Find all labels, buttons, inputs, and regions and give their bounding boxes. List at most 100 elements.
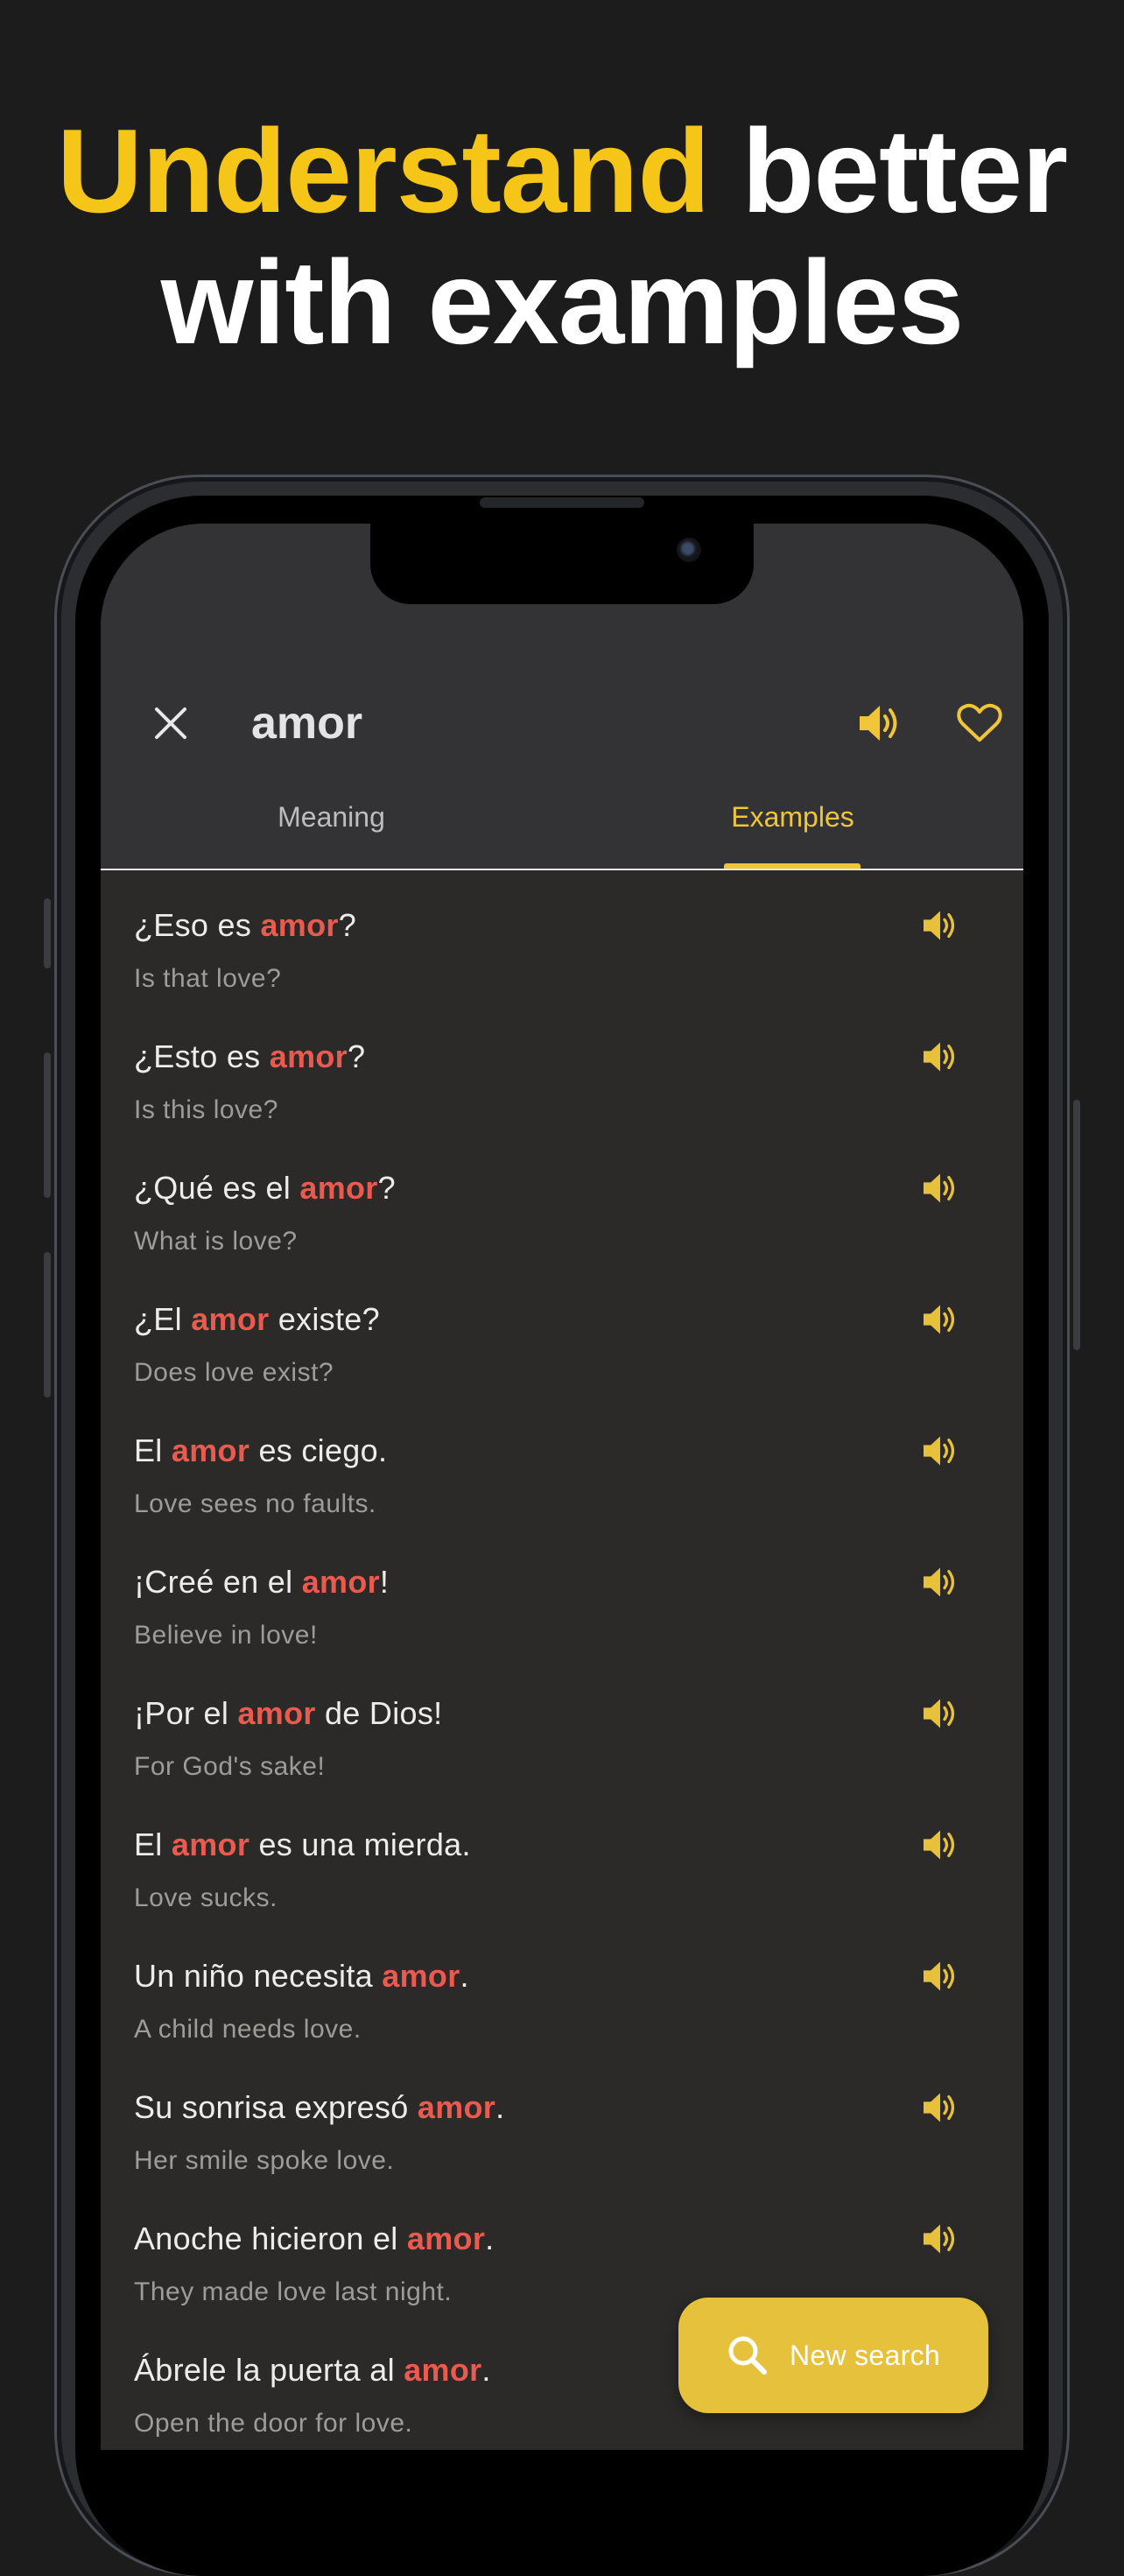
example-text: El — [134, 1826, 172, 1862]
speaker-icon[interactable] — [922, 2091, 959, 2124]
example-translation: Her smile spoke love. — [134, 2146, 395, 2175]
example-item: ¿Qué es el amor? What is love? — [101, 1135, 1023, 1266]
example-translation: Love sees no faults. — [134, 1489, 376, 1518]
word-title: amor — [251, 698, 363, 749]
example-text: ¡Por el — [134, 1695, 238, 1731]
headline-accent: Understand — [56, 104, 711, 237]
notch — [370, 524, 754, 604]
speaker-icon[interactable] — [922, 1566, 959, 1599]
example-text: es ciego. — [249, 1432, 388, 1468]
example-text: ? — [377, 1170, 396, 1206]
example-item: ¿El amor existe? Does love exist? — [101, 1266, 1023, 1397]
example-text: ¿Qué es el — [134, 1170, 300, 1206]
headline-line-2: with examples — [160, 236, 965, 369]
example-text: de Dios! — [315, 1695, 443, 1731]
example-translation: What is love? — [134, 1227, 298, 1256]
example-spanish: El amor es ciego. — [134, 1431, 387, 1471]
pronounce-button[interactable] — [847, 690, 913, 757]
example-spanish: Ábrele la puerta al amor. — [134, 2350, 491, 2390]
example-item: El amor es una mierda. Love sucks. — [101, 1791, 1023, 1923]
example-highlight: amor — [406, 2221, 486, 2256]
example-text: ¿El — [134, 1301, 192, 1337]
speaker-icon[interactable] — [922, 1960, 959, 1993]
speaker-icon[interactable] — [922, 1303, 959, 1336]
example-highlight: amor — [301, 1564, 380, 1600]
phone-side-button — [44, 898, 51, 968]
example-highlight: amor — [404, 2352, 482, 2388]
example-highlight: amor — [269, 1038, 348, 1074]
example-text: ? — [338, 907, 357, 943]
phone-side-button — [44, 1252, 51, 1397]
example-translation: Does love exist? — [134, 1358, 334, 1387]
example-item: ¡Creé en el amor! Believe in love! — [101, 1529, 1023, 1660]
example-highlight: amor — [171, 1826, 250, 1862]
example-item: ¿Eso es amor? Is that love? — [101, 872, 1023, 1003]
example-highlight: amor — [171, 1432, 250, 1468]
example-item: ¿Esto es amor? Is this love? — [101, 1003, 1023, 1135]
example-spanish: ¿Esto es amor? — [134, 1037, 365, 1077]
example-highlight: amor — [382, 1958, 460, 1994]
example-translation: Open the door for love. — [134, 2409, 413, 2438]
example-text: Anoche hicieron el — [134, 2221, 407, 2256]
example-highlight: amor — [417, 2089, 496, 2125]
example-translation: They made love last night. — [134, 2277, 453, 2306]
speaker-icon[interactable] — [922, 2222, 959, 2256]
example-translation: A child needs love. — [134, 2015, 362, 2044]
speaker-icon[interactable] — [922, 1697, 959, 1730]
example-text: El — [134, 1432, 172, 1468]
close-icon — [155, 707, 186, 739]
example-text: ¡Creé en el — [134, 1564, 302, 1600]
example-text: Un niño necesita — [134, 1958, 383, 1994]
example-item: Su sonrisa expresó amor. Her smile spoke… — [101, 2054, 1023, 2185]
headline-rest: better — [709, 104, 1068, 237]
new-search-button[interactable]: New search — [678, 2298, 988, 2413]
example-text: Ábrele la puerta al — [134, 2352, 404, 2388]
close-button[interactable] — [139, 692, 202, 755]
example-text: . — [481, 2352, 491, 2388]
example-highlight: amor — [237, 1695, 316, 1731]
example-text: ¿Esto es — [134, 1038, 270, 1074]
tab-examples[interactable]: Examples — [562, 795, 1023, 839]
camera-icon — [677, 538, 701, 562]
example-text: ? — [348, 1038, 366, 1074]
example-text: . — [495, 2089, 505, 2125]
speaker-icon — [860, 706, 897, 741]
example-translation: Love sucks. — [134, 1883, 277, 1912]
tab-divider — [101, 869, 1023, 870]
example-highlight: amor — [299, 1170, 378, 1206]
example-spanish: ¡Por el amor de Dios! — [134, 1693, 442, 1734]
phone-speaker — [480, 497, 644, 508]
example-text: es una mierda. — [249, 1826, 471, 1862]
example-spanish: ¡Creé en el amor! — [134, 1562, 389, 1602]
favorite-button[interactable] — [946, 690, 1013, 757]
example-text: Su sonrisa expresó — [134, 2089, 418, 2125]
headline: Understand better with examples — [0, 105, 1124, 368]
heart-icon — [957, 703, 1002, 742]
speaker-icon[interactable] — [922, 1172, 959, 1205]
examples-list: ¿Eso es amor? Is that love? ¿Esto es amo… — [101, 872, 1023, 2448]
speaker-icon[interactable] — [922, 1828, 959, 1862]
phone-side-button — [44, 1052, 51, 1198]
speaker-icon[interactable] — [922, 1040, 959, 1073]
example-text: ! — [379, 1564, 390, 1600]
example-spanish: ¿El amor existe? — [134, 1299, 380, 1340]
headline-line-1: Understand better — [0, 105, 1124, 236]
example-spanish: Anoche hicieron el amor. — [134, 2219, 494, 2259]
example-spanish: ¿Eso es amor? — [134, 905, 356, 946]
example-spanish: Un niño necesita amor. — [134, 1956, 469, 1996]
app-screen: amor Meaning Examples ¿Eso es amor? Is t… — [101, 524, 1023, 2450]
example-spanish: ¿Qué es el amor? — [134, 1168, 396, 1208]
tab-meaning[interactable]: Meaning — [101, 795, 562, 839]
example-text: . — [485, 2221, 495, 2256]
example-spanish: El amor es una mierda. — [134, 1825, 471, 1865]
speaker-icon[interactable] — [922, 1434, 959, 1467]
example-text: ¿Eso es — [134, 907, 261, 943]
example-highlight: amor — [191, 1301, 270, 1337]
phone-side-button — [1073, 1100, 1080, 1350]
example-highlight: amor — [260, 907, 339, 943]
example-item: Un niño necesita amor. A child needs lov… — [101, 1923, 1023, 2054]
example-translation: Is this love? — [134, 1095, 278, 1124]
example-translation: Is that love? — [134, 964, 282, 993]
speaker-icon[interactable] — [922, 909, 959, 942]
search-icon — [728, 2336, 768, 2375]
